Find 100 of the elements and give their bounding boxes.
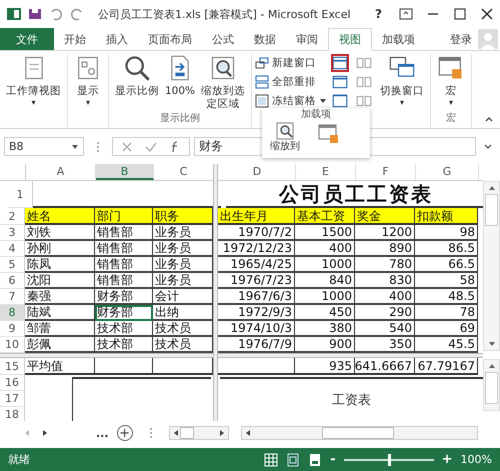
- cancel-icon[interactable]: [121, 140, 133, 152]
- table-cell: 财务部: [95, 289, 153, 305]
- window-title: 公司员工工资表1.xls [兼容模式] - Microsoft Excel: [98, 6, 351, 22]
- switch-windows-button[interactable]: 切换窗口 ▾: [377, 54, 428, 108]
- scroll-thumb[interactable]: [180, 427, 194, 439]
- window-split-icon[interactable]: [331, 54, 350, 72]
- ribbon-tab[interactable]: 加载项: [372, 28, 425, 50]
- grip-icon[interactable]: [96, 140, 100, 152]
- column-header[interactable]: B: [96, 164, 154, 180]
- zoom-in-button[interactable]: +: [442, 452, 453, 467]
- save-icon[interactable]: [27, 6, 43, 22]
- row-header[interactable]: 17: [0, 391, 25, 407]
- table-cell: 沈阳: [25, 273, 95, 289]
- window-split-icon[interactable]: [331, 73, 350, 91]
- table-cell: 400: [355, 289, 415, 305]
- row-header[interactable]: 4: [0, 241, 25, 257]
- ribbon-tab[interactable]: 公式: [202, 28, 244, 50]
- sign-in-link[interactable]: 登录: [444, 28, 478, 50]
- ribbon-tab[interactable]: 开始: [54, 28, 96, 50]
- zoom-level[interactable]: 100%: [460, 453, 492, 466]
- horizontal-scrollbar[interactable]: [168, 426, 229, 440]
- window-command-button[interactable]: 冻结窗格: [255, 92, 328, 109]
- enter-icon[interactable]: [145, 140, 157, 152]
- file-tab[interactable]: 文件: [0, 28, 54, 50]
- show-button[interactable]: 显示 ▾: [71, 54, 105, 108]
- table-cell: 830: [355, 273, 415, 289]
- ribbon-tab[interactable]: 审阅: [286, 28, 328, 50]
- column-header[interactable]: D: [219, 164, 296, 180]
- name-box[interactable]: B8: [4, 137, 84, 156]
- table-cell: 部门: [95, 208, 153, 225]
- table-cell: 1500: [295, 225, 355, 241]
- ribbon-tab[interactable]: 数据: [244, 28, 286, 50]
- scroll-thumb[interactable]: [322, 427, 394, 439]
- freeze-panes-icon: [255, 94, 270, 108]
- zoom-to-selection-button[interactable]: 缩放到选定区域: [198, 54, 248, 111]
- column-header[interactable]: E: [296, 164, 356, 180]
- table-cell: 邹蕾: [25, 321, 95, 337]
- zoom-100-button[interactable]: 100%: [162, 54, 198, 98]
- table-cell: 奖金: [355, 208, 415, 225]
- vertical-scrollbar[interactable]: [483, 359, 500, 411]
- column-header[interactable]: F: [356, 164, 416, 180]
- ribbon-tab[interactable]: 页面布局: [138, 28, 202, 50]
- normal-view-icon[interactable]: [264, 452, 278, 466]
- zoom-out-button[interactable]: -: [330, 452, 336, 467]
- scroll-right-icon[interactable]: [218, 429, 226, 437]
- scroll-down-icon[interactable]: [488, 340, 496, 348]
- horizontal-scrollbar[interactable]: [240, 426, 478, 440]
- group-label: 显示比例: [160, 112, 200, 125]
- table-cell: 98: [415, 225, 478, 241]
- table-cell: 66.5: [415, 257, 478, 273]
- row-header[interactable]: 3: [0, 225, 25, 241]
- macros-button[interactable]: 宏 ▾: [434, 54, 468, 108]
- vertical-scrollbar[interactable]: [483, 181, 500, 351]
- zoom-button[interactable]: 显示比例: [112, 54, 162, 98]
- scroll-thumb[interactable]: [485, 194, 498, 226]
- status-text: 就绪: [8, 452, 30, 467]
- table-cell: 陈凤: [25, 257, 95, 273]
- table-cell: 48.5: [415, 289, 478, 305]
- ribbon-display-icon[interactable]: [399, 7, 413, 21]
- page-layout-icon[interactable]: [286, 452, 300, 466]
- table-cell: 孙刚: [25, 241, 95, 257]
- row-header[interactable]: 8: [0, 305, 25, 321]
- table-cell: 出生年月: [218, 208, 295, 225]
- new-sheet-button[interactable]: +: [116, 425, 133, 441]
- table-cell: 销售部: [95, 225, 153, 241]
- column-header[interactable]: G: [416, 164, 479, 180]
- page-break-icon[interactable]: [308, 452, 322, 466]
- row-header[interactable]: 16: [0, 375, 25, 391]
- chart-title: 工资表: [332, 393, 371, 409]
- window-command-button[interactable]: 新建窗口: [255, 54, 328, 71]
- close-icon[interactable]: [480, 7, 494, 21]
- table-cell: [95, 358, 153, 375]
- window-command-button[interactable]: 全部重排: [255, 73, 328, 90]
- row-header[interactable]: 6: [0, 273, 25, 289]
- table-cell: 67.79167: [415, 358, 478, 375]
- scroll-left-icon[interactable]: [172, 429, 180, 437]
- scroll-thumb[interactable]: [485, 372, 498, 404]
- window-split-icon[interactable]: [331, 92, 350, 110]
- row-header[interactable]: 15: [0, 358, 25, 375]
- table-cell: 69: [415, 321, 478, 337]
- table-cell: 58: [415, 273, 478, 289]
- table-cell: 890: [355, 241, 415, 257]
- group-label: 宏: [446, 112, 456, 125]
- sheet-title: 公司员工工资表: [279, 182, 433, 206]
- scroll-up-icon[interactable]: [488, 184, 496, 192]
- scroll-left-icon[interactable]: [244, 429, 252, 437]
- ribbon-tab[interactable]: 视图: [328, 28, 372, 51]
- more-sheets-button[interactable]: ...: [96, 426, 109, 440]
- table-cell: 935: [295, 358, 355, 375]
- maximize-icon[interactable]: [453, 7, 467, 21]
- help-button[interactable]: ?: [371, 7, 386, 21]
- row-header[interactable]: 9: [0, 321, 25, 337]
- grip-icon[interactable]: [148, 427, 153, 439]
- table-cell: 840: [295, 273, 355, 289]
- ribbon-tab[interactable]: 插入: [96, 28, 138, 50]
- macro-sheet-icon[interactable]: [318, 123, 340, 145]
- row-header[interactable]: 5: [0, 257, 25, 273]
- scroll-up-icon[interactable]: [488, 362, 496, 370]
- zoom-to-selection-button[interactable]: 缩放到: [270, 121, 300, 153]
- workbook-views-button[interactable]: 工作簿视图 ▾: [3, 54, 64, 108]
